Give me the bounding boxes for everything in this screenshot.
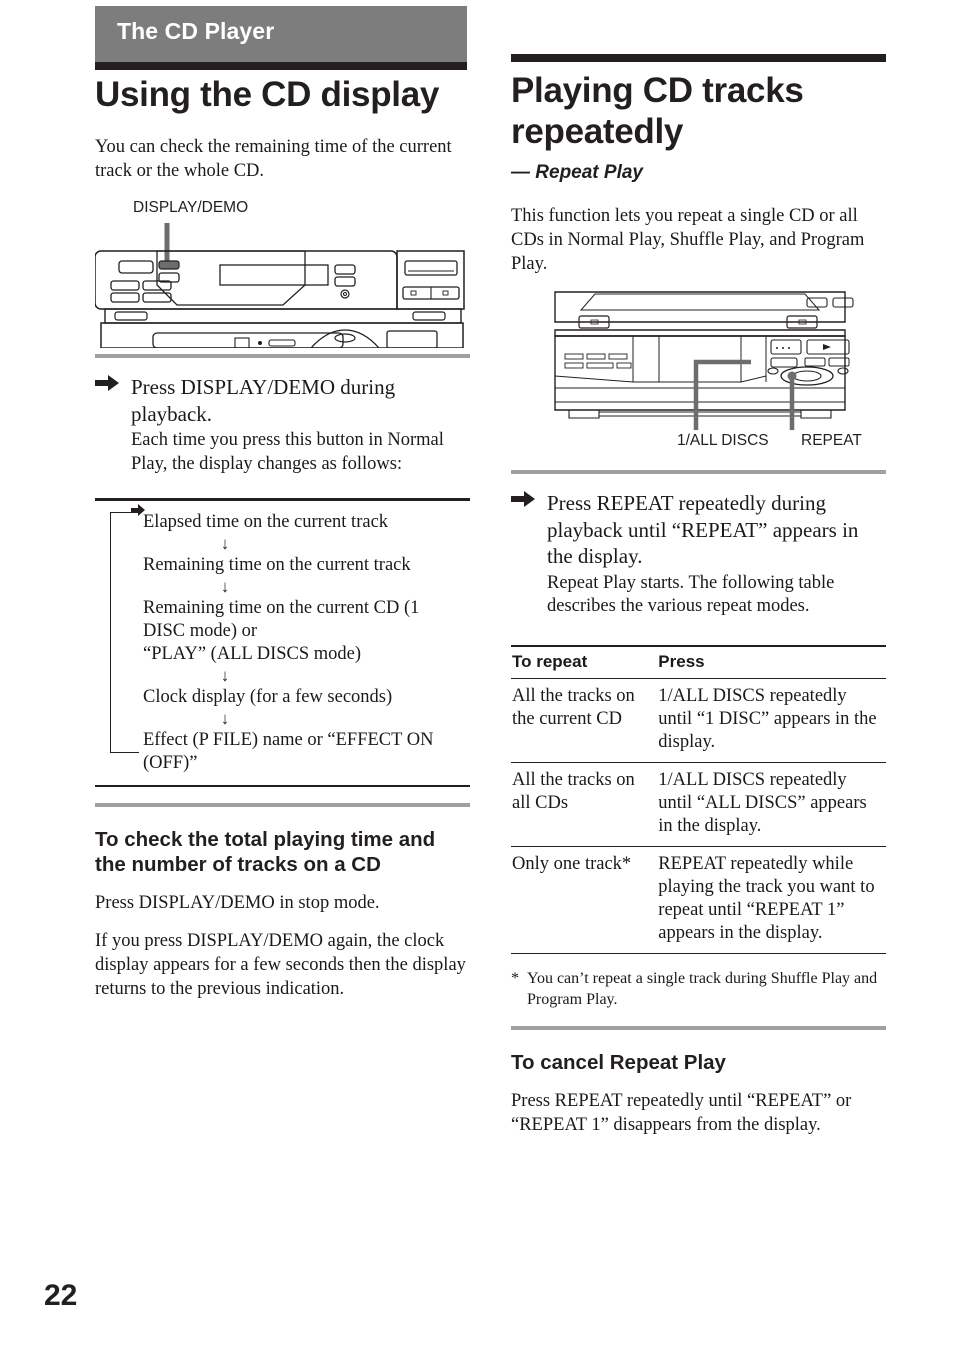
right-column: Playing CD tracks repeatedly — Repeat Pl… xyxy=(511,54,886,1137)
display-sequence-flow: Elapsed time on the current track ↓ Rema… xyxy=(95,498,470,787)
manual-page: The CD Player Using the CD display You c… xyxy=(0,0,954,1355)
right-section-subtitle: — Repeat Play xyxy=(511,162,643,183)
table-cell-to-repeat: Only one track* xyxy=(511,846,658,954)
flow-bottom-rule xyxy=(95,784,470,787)
table-header-to-repeat: To repeat xyxy=(511,647,658,679)
chapter-banner-title: The CD Player xyxy=(117,18,275,44)
loop-arrow-icon xyxy=(131,503,145,516)
table-header-row: To repeat Press xyxy=(511,647,886,679)
flow-down-arrow: ↓ xyxy=(220,533,230,553)
flow-item: Remaining time on the current CD (1 DISC… xyxy=(143,597,420,664)
page-number: 22 xyxy=(44,1279,78,1312)
right-top-rule xyxy=(511,54,886,62)
flow-item: Elapsed time on the current track xyxy=(143,511,389,532)
total-playing-time-heading: To check the total playing time and the … xyxy=(95,828,436,876)
flow-item: Effect (P FILE) name or “EFFECT ON (OFF)… xyxy=(143,729,434,773)
right-step-block: Press REPEAT repeatedly during playback … xyxy=(511,490,886,619)
loop-arrow-glyph xyxy=(131,503,145,516)
repeat-modes-table: To repeat Press All the tracks on the cu… xyxy=(511,647,886,954)
footnote-text: You can’t repeat a single track during S… xyxy=(527,970,878,1008)
table-cell-to-repeat: All the tracks on the current CD xyxy=(511,678,658,763)
cancel-repeat-play-para: Press REPEAT repeatedly until “REPEAT” o… xyxy=(511,1091,852,1135)
table-header-press: Press xyxy=(657,647,886,679)
left-step-detail: Each time you press this button in Norma… xyxy=(131,430,444,474)
footnote-marker: * xyxy=(511,970,519,987)
table-row: All the tracks on all CDs 1/ALL DISCS re… xyxy=(511,762,886,847)
right-step-heading: Press REPEAT repeatedly during playback … xyxy=(547,491,859,568)
total-playing-time-para-1: Press DISPLAY/DEMO in stop mode. xyxy=(95,893,380,913)
table-cell-press: 1/ALL DISCS repeatedly until “ALL DISCS”… xyxy=(657,762,886,847)
flow-down-arrow: ↓ xyxy=(220,576,230,596)
cd-player-illustration-left xyxy=(95,223,470,348)
flow-down-arrow: ↓ xyxy=(220,708,230,728)
left-divider-rule-1 xyxy=(95,354,470,358)
callout-label-1-all-discs: 1/ALL DISCS xyxy=(677,432,769,449)
right-arrow-glyph xyxy=(95,375,119,391)
flow-down-arrow: ↓ xyxy=(220,665,230,685)
total-playing-time-para-2: If you press DISPLAY/DEMO again, the clo… xyxy=(95,931,466,999)
chapter-banner-underline xyxy=(95,62,467,70)
table-row: Only one track* REPEAT repeatedly while … xyxy=(511,846,886,954)
right-intro-paragraph: This function lets you repeat a single C… xyxy=(511,206,865,274)
callout-label-repeat: REPEAT xyxy=(801,432,862,449)
right-divider-rule-1 xyxy=(511,470,886,474)
left-step-block: Press DISPLAY/DEMO during playback. Each… xyxy=(95,374,470,476)
left-step-heading: Press DISPLAY/DEMO during playback. xyxy=(131,375,396,426)
left-column: Using the CD display You can check the r… xyxy=(95,74,470,1001)
right-step-detail: Repeat Play starts. The following table … xyxy=(547,572,835,617)
right-arrow-icon xyxy=(95,374,119,476)
left-section-title: Using the CD display xyxy=(95,75,440,114)
cancel-repeat-play-heading: To cancel Repeat Play xyxy=(511,1051,726,1074)
table-footnote: * You can’t repeat a single track during… xyxy=(511,968,886,1010)
flow-item: Clock display (for a few seconds) xyxy=(143,686,393,707)
table-row: All the tracks on the current CD 1/ALL D… xyxy=(511,678,886,763)
flow-loop-bracket xyxy=(110,511,139,753)
stereo-system-front-drawing xyxy=(554,291,854,430)
right-illustration-callouts: 1/ALL DISCS REPEAT xyxy=(511,432,886,456)
chapter-banner: The CD Player xyxy=(95,6,467,62)
right-arrow-glyph xyxy=(511,491,535,507)
right-arrow-icon xyxy=(511,490,535,619)
table-cell-press: 1/ALL DISCS repeatedly until “1 DISC” ap… xyxy=(657,678,886,763)
display-demo-callout-label: DISPLAY/DEMO xyxy=(133,199,249,216)
right-divider-rule-2 xyxy=(511,1026,886,1030)
cd-player-front-drawing xyxy=(95,223,465,348)
table-cell-press: REPEAT repeatedly while playing the trac… xyxy=(657,846,886,954)
table-cell-to-repeat: All the tracks on all CDs xyxy=(511,762,658,847)
left-divider-rule-2 xyxy=(95,803,470,807)
left-intro-paragraph: You can check the remaining time of the … xyxy=(95,137,452,181)
cd-player-illustration-right xyxy=(511,290,886,430)
flow-item: Remaining time on the current track xyxy=(143,554,411,575)
right-section-title: Playing CD tracks repeatedly xyxy=(511,71,804,151)
